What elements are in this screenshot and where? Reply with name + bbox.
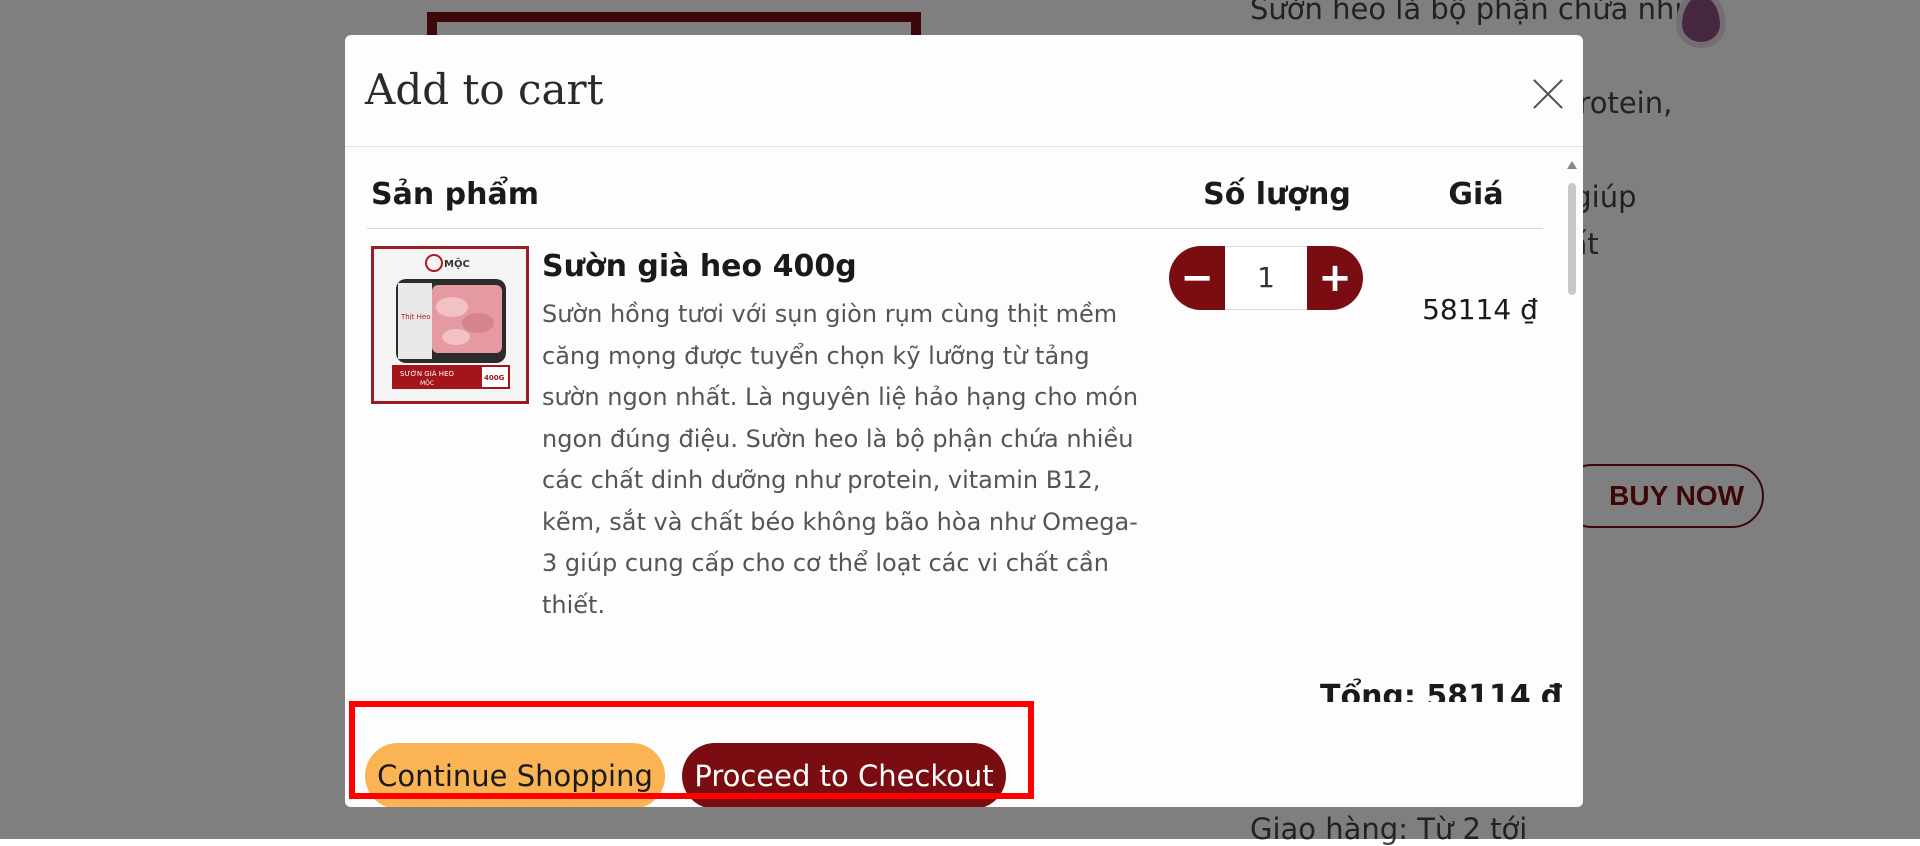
product-image: MỘC Thịt Heo SƯỜN GIÀ HEO MỘC 400G [371, 246, 529, 404]
quantity-input[interactable]: 1 [1225, 246, 1307, 310]
column-header-price: Giá [1448, 177, 1504, 212]
scroll-up-arrow-icon[interactable] [1567, 161, 1577, 169]
product-image-band: SƯỜN GIÀ HEO [400, 369, 454, 378]
modal-title: Add to cart [365, 65, 604, 114]
continue-shopping-button[interactable]: Continue Shopping [365, 743, 665, 807]
modal-footer: Continue Shopping Proceed to Checkout [345, 702, 1583, 807]
modal-scrollbar[interactable] [1565, 161, 1579, 729]
product-name: Sườn già heo 400g [542, 249, 857, 284]
product-image-band-sub: MỘC [420, 380, 434, 387]
product-image-weight: 400G [484, 374, 505, 382]
close-icon[interactable] [1531, 77, 1565, 111]
product-image-pack-label: Thịt Heo [400, 313, 430, 321]
cart-table: Sản phẩm Số lượng Giá MỘC Thịt Heo SƯỜN … [345, 147, 1583, 702]
scrollbar-thumb[interactable] [1568, 183, 1576, 295]
product-image-brand: MỘC [444, 257, 470, 270]
modal-header: Add to cart [345, 35, 1583, 147]
add-to-cart-modal: Add to cart Sản phẩm Số lượng Giá MỘC Th… [345, 35, 1583, 807]
column-header-product: Sản phẩm [371, 177, 539, 212]
minus-icon[interactable]: − [1169, 246, 1225, 310]
quantity-stepper: − 1 + [1169, 246, 1363, 310]
product-description: Sườn hồng tươi với sụn giòn rụm cùng thị… [542, 300, 1139, 619]
column-header-quantity: Số lượng [1203, 177, 1351, 212]
header-divider [367, 228, 1543, 229]
proceed-to-checkout-button[interactable]: Proceed to Checkout [682, 743, 1006, 807]
item-price: 58114 ₫ [1422, 293, 1538, 326]
plus-icon[interactable]: + [1307, 246, 1363, 310]
cart-total: Tổng: 58114 ₫ [1320, 679, 1563, 702]
